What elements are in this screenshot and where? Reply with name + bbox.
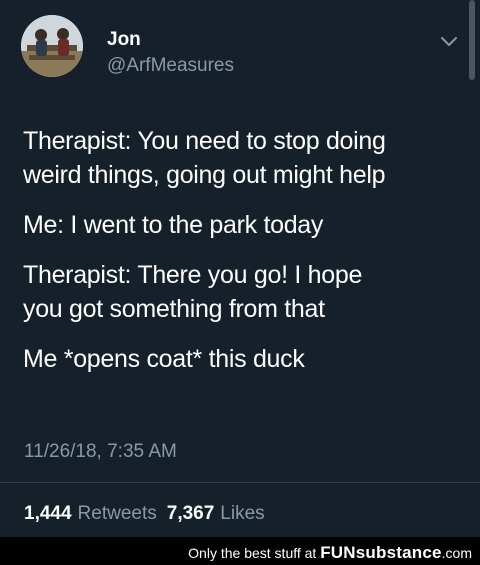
footer-brand: FUNsubstance	[320, 543, 442, 562]
tweet-line: Therapist: There you go! I hope	[23, 261, 363, 289]
tweet-line: Therapist: You need to stop doing	[23, 127, 386, 155]
tweet-paragraph: Me *opens coat* this duck	[23, 342, 463, 376]
tweet-paragraph: Therapist: You need to stop doing weird …	[23, 124, 463, 192]
tweet-line: you got something from that	[23, 295, 325, 323]
likes-label[interactable]: Likes	[220, 503, 264, 524]
chevron-down-icon[interactable]	[438, 34, 460, 50]
retweets-label[interactable]: Retweets	[78, 503, 157, 524]
watermark-footer: Only the best stuff at FUNsubstance.com	[0, 537, 480, 565]
avatar-image	[21, 15, 83, 77]
user-name[interactable]: Jon	[107, 29, 141, 51]
tweet-paragraph: Therapist: There you go! I hope you got …	[23, 258, 463, 326]
tweet-paragraph: Me: I went to the park today	[23, 208, 463, 242]
retweets-count[interactable]: 1,444	[24, 503, 72, 524]
footer-text: Only the best stuff at	[188, 545, 317, 561]
tweet-line: Me: I went to the park today	[23, 211, 324, 239]
footer-brand-suffix: .com	[441, 545, 472, 561]
avatar[interactable]	[21, 15, 83, 77]
tweet-card: Jon @ArfMeasures Therapist: You need to …	[0, 0, 480, 537]
tweet-line: weird things, going out might help	[23, 161, 386, 189]
tweet-timestamp[interactable]: 11/26/18, 7:35 AM	[24, 441, 177, 463]
tweet-line: Me *opens coat* this duck	[23, 345, 305, 373]
user-handle[interactable]: @ArfMeasures	[107, 55, 234, 77]
likes-count[interactable]: 7,367	[167, 503, 215, 524]
divider	[0, 482, 480, 483]
scrollbar[interactable]	[469, 0, 475, 80]
tweet-text: Therapist: You need to stop doing weird …	[23, 124, 463, 392]
tweet-stats: 1,444 Retweets 7,367 Likes	[24, 503, 275, 525]
